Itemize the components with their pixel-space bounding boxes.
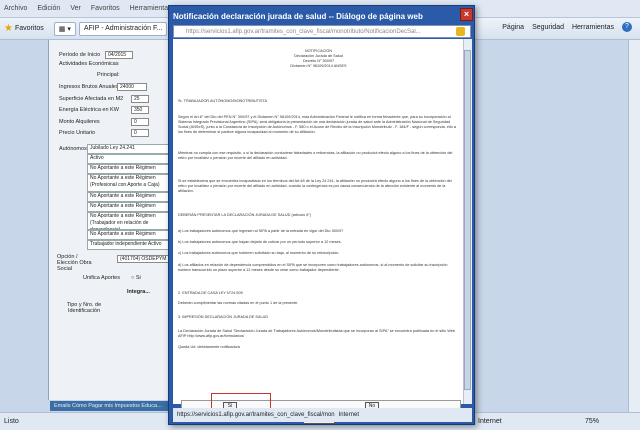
zoom-level[interactable]: 75%: [585, 418, 599, 425]
opcion-label: Opción / Elección Obra Social: [57, 254, 92, 272]
dialog-zone: Internet: [338, 412, 359, 418]
dialog-body: NOTIFICACIÓN Declaración Jurada de Salud…: [173, 39, 463, 424]
paragraph-9: 2. ENTRADA DE CASA LEY N°24.509: [178, 291, 243, 295]
dialog-address: https://servicios1.afip.gov.ar/tramites_…: [173, 25, 471, 38]
actividades-label: Actividades Económicas: [59, 61, 119, 67]
energia-label: Energía Eléctrica en KW: [59, 107, 119, 113]
regimen-row-1[interactable]: No Aportante a este Régimen: [87, 164, 169, 174]
unifica-si-radio[interactable]: ○ Si: [131, 275, 141, 281]
paragraph-11: 3. IMPRESIÓN DECLARACIÓN JURADA DE SALUD: [178, 315, 269, 319]
paragraph-13: Queda Ud. debidamente notificado/a: [178, 345, 240, 349]
star-icon[interactable]: ★: [4, 23, 13, 34]
help-icon[interactable]: ?: [622, 22, 632, 32]
tools-menu[interactable]: Herramientas: [572, 24, 614, 31]
menu-edicion[interactable]: Edición: [37, 5, 60, 12]
page-menu[interactable]: Página: [502, 24, 524, 31]
regimen-row-5[interactable]: No Aportante a este Régimen (Trabajador …: [87, 212, 169, 230]
status-text: Listo: [4, 418, 19, 425]
security-menu[interactable]: Seguridad: [532, 24, 564, 31]
lock-icon[interactable]: [456, 27, 465, 36]
paragraph-1: Según el Art.6° del Dto del PEN N° 300/9…: [178, 115, 456, 134]
principal-label: Principal:: [97, 72, 120, 78]
unifica-label: Unifica Aportes: [83, 275, 120, 281]
dialog-status-url: https://servicios1.afip.gov.ar/tramites_…: [177, 412, 335, 418]
si-label: Si: [135, 275, 141, 281]
close-icon[interactable]: ×: [460, 8, 473, 21]
ingresos-input[interactable]: 24000: [117, 83, 147, 91]
paragraph-8: d) Los afiliados en relación de dependen…: [178, 263, 448, 272]
tab-label: AFIP - Administración F...: [83, 25, 163, 32]
page-scrollbar[interactable]: [628, 40, 640, 412]
paragraph-12: La Declaración Jurada de Salud "Declarac…: [178, 329, 455, 338]
periodo-label: Período de Inicio: [59, 52, 101, 58]
paragraph-5: a) Los trabajadores autónomos que ingres…: [178, 229, 344, 233]
greeting: Sr. TRABAJADOR AUTÓNOMO/MONOTRIBUTISTA: [178, 99, 268, 103]
paragraph-10: Deberán cumplimentar las normas citadas …: [178, 301, 299, 305]
ingresos-label: Ingresos Brutos Anuales: [59, 84, 119, 90]
footer-links[interactable]: Emails Cómo Pagar mis Impuestos Educa...: [50, 401, 170, 411]
integra-label: Integra...: [127, 289, 150, 295]
notification-dialog: Notificación declaración jurada de salud…: [168, 5, 475, 425]
menu-ver[interactable]: Ver: [70, 5, 81, 12]
paragraph-3: Si se estableciera que se encuentra inca…: [178, 179, 452, 193]
regimen-row-6[interactable]: No Aportante a este Régimen: [87, 230, 169, 240]
menu-herramientas[interactable]: Herramientas: [130, 5, 172, 12]
dialog-status-bar: https://servicios1.afip.gov.ar/tramites_…: [173, 408, 472, 422]
superficie-input[interactable]: 25: [131, 95, 149, 103]
superficie-label: Superficie Afectada en M2: [59, 96, 124, 102]
tipo-label: Tipo y Nro. de Identificación: [66, 302, 102, 314]
obra-social-select[interactable]: (401704) OSDEPYM: [117, 255, 169, 263]
monto-label: Monto Alquileres: [59, 119, 100, 125]
paragraph-4: DEBERÁN PRESENTAR LA DECLARACIÓN JURADA …: [178, 213, 312, 217]
autonomos-label: Autónomos: [59, 146, 87, 152]
precio-input[interactable]: 0: [131, 129, 149, 137]
regimen-row-3[interactable]: No Aportante a este Régimen: [87, 192, 169, 202]
paragraph-7: c) Los trabajadores autónomos que hubier…: [178, 251, 340, 255]
command-bar: Página Seguridad Herramientas ?: [494, 22, 632, 32]
tab-afip[interactable]: AFIP - Administración F...: [78, 21, 168, 36]
menu-favoritos[interactable]: Favoritos: [91, 5, 120, 12]
periodo-select[interactable]: 04/2015: [105, 51, 133, 59]
monto-input[interactable]: 0: [131, 118, 149, 126]
zone-text: Internet: [478, 418, 502, 425]
dialog-title: Notificación declaración jurada de salud…: [173, 11, 423, 21]
paragraph-6: b) Los trabajadores autónomos que hayan …: [178, 240, 342, 244]
paragraph-2: Mientras no cumpla con ese requisito, o …: [178, 151, 453, 160]
tab-grid-button[interactable]: ▦ ▾: [53, 21, 76, 36]
activo-cell[interactable]: Activo: [87, 154, 169, 164]
regimen-row-2[interactable]: No Aportante a este Régimen (Profesional…: [87, 174, 169, 192]
form-area: Período de Inicio 04/2015 Actividades Ec…: [48, 40, 169, 400]
precio-label: Precio Unitario: [59, 130, 96, 136]
jubilado-cell: Jubilado Ley 24.241: [87, 144, 169, 154]
regimen-row-4[interactable]: No Aportante a este Régimen: [87, 202, 169, 212]
favorites-label[interactable]: Favoritos: [15, 25, 44, 32]
menu-archivo[interactable]: Archivo: [4, 5, 27, 12]
energia-input[interactable]: 350: [131, 106, 149, 114]
regimen-row-7[interactable]: Trabajador independiente Activo: [87, 240, 169, 250]
heading-4: Dictamen N° 98109/2014 ANSES: [290, 64, 347, 68]
dialog-scroll-thumb[interactable]: [464, 50, 471, 390]
